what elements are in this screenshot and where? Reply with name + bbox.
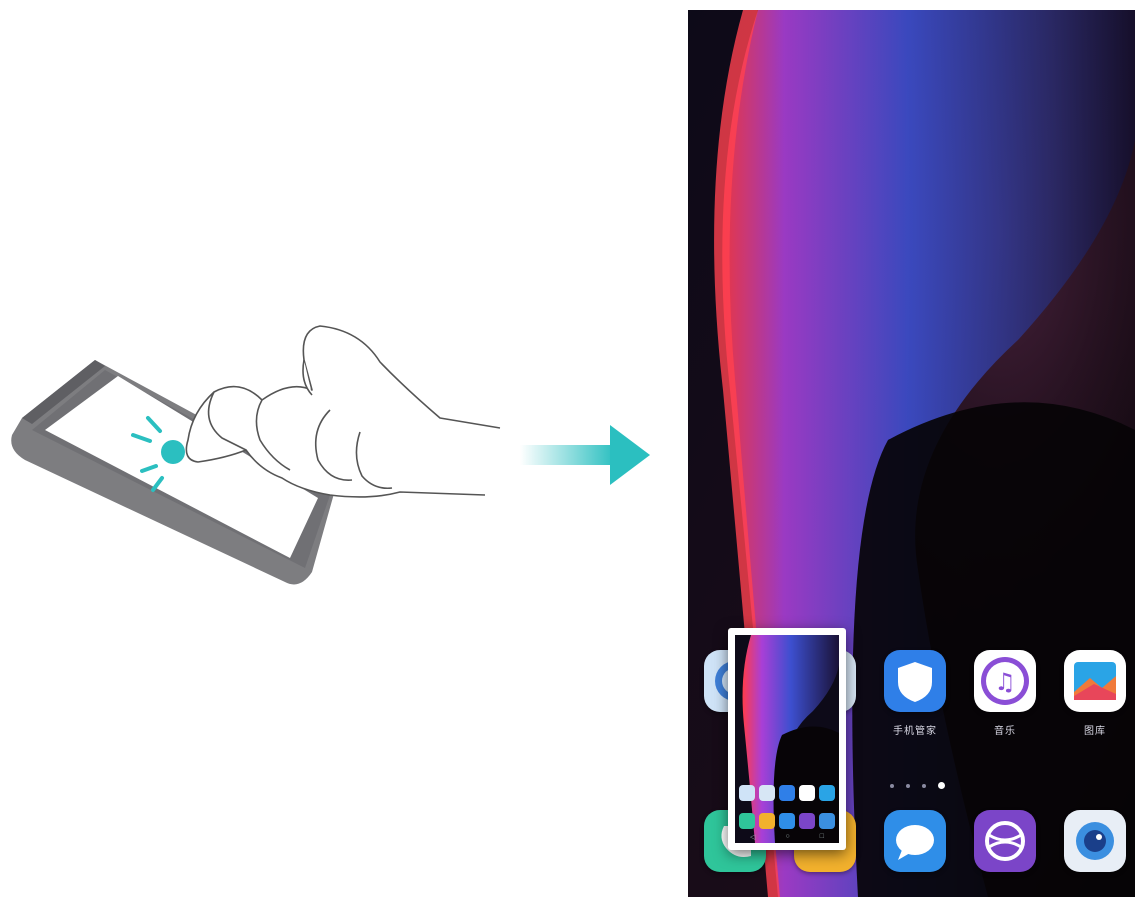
dock-messages[interactable] xyxy=(883,810,947,872)
app-phone-manager[interactable]: 手机管家 xyxy=(883,650,947,737)
camera-icon xyxy=(1064,810,1126,872)
recents-icon: □ xyxy=(819,833,824,840)
app-gallery[interactable]: 图库 xyxy=(1063,650,1127,737)
page-dot-active[interactable] xyxy=(938,782,945,789)
messages-icon xyxy=(884,810,946,872)
knuckle-tap-illustration xyxy=(11,325,501,585)
svg-text:♫: ♫ xyxy=(994,668,1016,696)
page-dot[interactable] xyxy=(890,783,894,788)
shield-icon xyxy=(884,650,946,712)
dock-camera[interactable] xyxy=(1063,810,1127,872)
thumbnail-nav-bar: ◁ ○ □ xyxy=(735,833,839,841)
music-note-icon: ♫ xyxy=(974,650,1036,712)
right-arrow-icon xyxy=(520,425,650,485)
home-icon: ○ xyxy=(785,833,790,840)
screenshot-thumbnail[interactable]: ◁ ○ □ xyxy=(728,628,846,850)
browser-icon xyxy=(974,810,1036,872)
page-dot[interactable] xyxy=(922,783,926,788)
thumbnail-dock-row xyxy=(739,813,835,829)
back-icon: ◁ xyxy=(750,834,756,841)
dock-browser[interactable] xyxy=(973,810,1037,872)
page-dot[interactable] xyxy=(906,783,910,788)
screenshot-preview-image: ◁ ○ □ xyxy=(735,635,839,843)
thumbnail-app-row xyxy=(739,785,835,801)
app-music[interactable]: ♫ 音乐 xyxy=(973,650,1037,737)
page-indicator xyxy=(890,782,945,789)
gallery-icon xyxy=(1064,650,1126,712)
